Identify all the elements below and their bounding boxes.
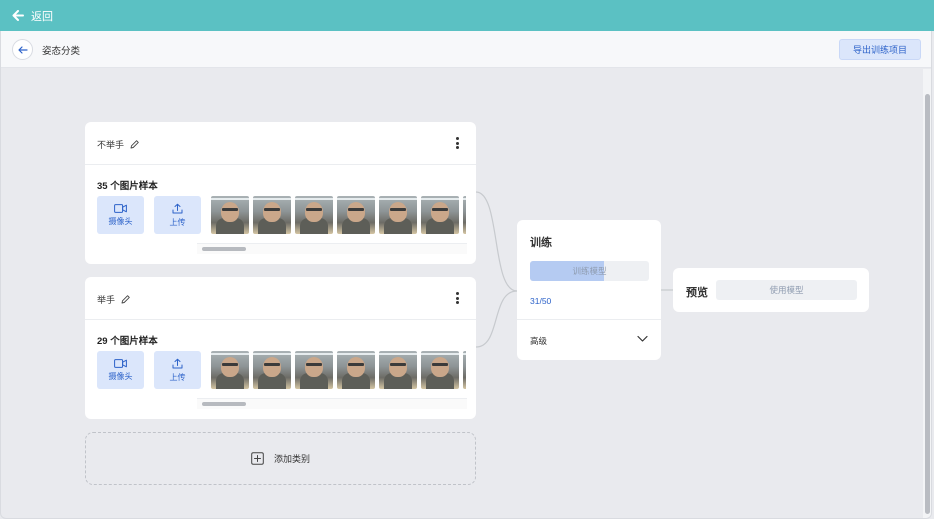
training-card: 训练 训练模型 31/50 高级 bbox=[517, 220, 661, 360]
upload-button[interactable]: 上传 bbox=[154, 351, 201, 389]
upload-label: 上传 bbox=[169, 372, 186, 382]
class-card: 举手 29 个图片样本 摄像头 上传 bbox=[85, 277, 476, 419]
more-vertical-icon[interactable] bbox=[452, 290, 462, 306]
upload-icon bbox=[172, 358, 183, 368]
sample-image[interactable] bbox=[379, 351, 417, 389]
sample-image[interactable] bbox=[211, 196, 249, 234]
sample-image[interactable] bbox=[253, 351, 291, 389]
vertical-scrollbar[interactable] bbox=[923, 69, 931, 518]
pencil-icon[interactable] bbox=[120, 294, 131, 305]
use-model-button[interactable]: 使用模型 bbox=[716, 280, 857, 300]
webcam-label: 摄像头 bbox=[108, 216, 133, 226]
add-class-label: 添加类别 bbox=[273, 454, 310, 464]
class-name[interactable]: 不举手 bbox=[97, 138, 140, 151]
sample-image[interactable] bbox=[295, 196, 333, 234]
workspace: 姿态分类 导出训练项目 不举手 35 个图片样本 摄像头 上传 举手 29 个图… bbox=[0, 31, 932, 519]
sample-image[interactable] bbox=[337, 351, 375, 389]
export-project-button[interactable]: 导出训练项目 bbox=[839, 39, 921, 60]
back-button[interactable] bbox=[12, 39, 33, 60]
arrow-left-icon bbox=[12, 10, 24, 21]
sample-count: 29 个图片样本 bbox=[97, 336, 158, 347]
class-name-label: 举手 bbox=[97, 295, 116, 305]
sample-image[interactable] bbox=[295, 351, 333, 389]
page-title: 姿态分类 bbox=[42, 46, 81, 57]
sample-image[interactable] bbox=[379, 196, 417, 234]
training-title: 训练 bbox=[530, 237, 552, 249]
video-camera-icon bbox=[114, 358, 127, 368]
sample-thumbnails[interactable] bbox=[211, 351, 466, 389]
pencil-icon[interactable] bbox=[129, 139, 140, 150]
class-name[interactable]: 举手 bbox=[97, 293, 131, 306]
preview-card: 预览 使用模型 bbox=[673, 268, 869, 312]
class-card-header: 举手 bbox=[85, 277, 476, 320]
webcam-label: 摄像头 bbox=[108, 371, 133, 381]
more-vertical-icon[interactable] bbox=[452, 135, 462, 151]
training-progress-text: 31/50 bbox=[530, 296, 552, 306]
thumbnail-scrollbar[interactable] bbox=[197, 243, 467, 254]
upload-button[interactable]: 上传 bbox=[154, 196, 201, 234]
chevron-down-icon[interactable] bbox=[637, 334, 648, 343]
arrow-left-icon bbox=[17, 45, 28, 54]
upload-label: 上传 bbox=[169, 217, 186, 227]
sample-image[interactable] bbox=[463, 351, 466, 389]
sample-image[interactable] bbox=[211, 351, 249, 389]
sample-thumbnails[interactable] bbox=[211, 196, 466, 234]
return-button[interactable]: 返回 bbox=[12, 8, 53, 24]
upload-icon bbox=[172, 203, 183, 213]
class-name-label: 不举手 bbox=[97, 140, 125, 150]
webcam-button[interactable]: 摄像头 bbox=[97, 196, 144, 234]
scrollbar-thumb[interactable] bbox=[925, 94, 930, 514]
sub-header: 姿态分类 导出训练项目 bbox=[1, 31, 931, 68]
sample-image[interactable] bbox=[253, 196, 291, 234]
sample-image[interactable] bbox=[421, 351, 459, 389]
top-bar: 返回 bbox=[0, 0, 934, 31]
preview-title: 预览 bbox=[686, 287, 708, 299]
train-model-label: 训练模型 bbox=[572, 266, 607, 276]
advanced-label: 高级 bbox=[530, 336, 548, 346]
class-card-header: 不举手 bbox=[85, 122, 476, 165]
sample-image[interactable] bbox=[463, 196, 466, 234]
sample-image[interactable] bbox=[421, 196, 459, 234]
sample-count: 35 个图片样本 bbox=[97, 181, 158, 192]
plus-square-icon bbox=[251, 452, 264, 465]
class-card: 不举手 35 个图片样本 摄像头 上传 bbox=[85, 122, 476, 264]
webcam-button[interactable]: 摄像头 bbox=[97, 351, 144, 389]
add-class-button[interactable]: 添加类别 bbox=[85, 432, 476, 485]
divider bbox=[517, 319, 661, 320]
video-camera-icon bbox=[114, 203, 127, 213]
return-label: 返回 bbox=[31, 10, 53, 23]
thumbnail-scrollbar[interactable] bbox=[197, 398, 467, 409]
train-model-button[interactable]: 训练模型 bbox=[530, 261, 649, 281]
sample-image[interactable] bbox=[337, 196, 375, 234]
